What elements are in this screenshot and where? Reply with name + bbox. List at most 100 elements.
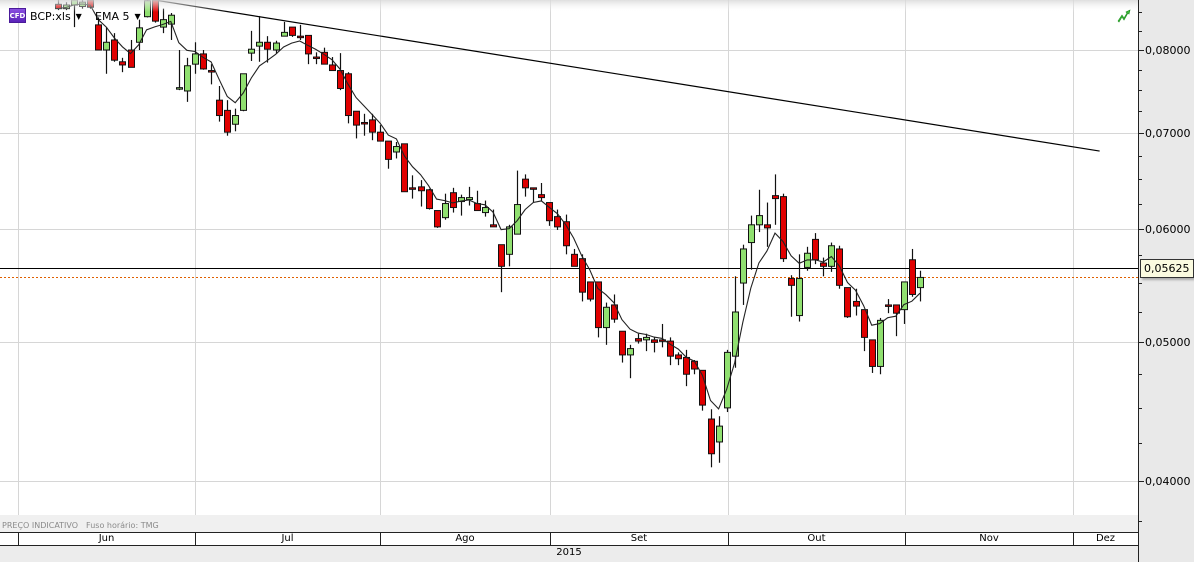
bear-candle-body	[361, 121, 368, 125]
bear-candle-body	[490, 224, 497, 228]
bear-candle-body	[812, 238, 819, 261]
bull-candle-body	[917, 276, 924, 289]
trendline[interactable]	[154, 0, 1100, 152]
bear-candle-body	[853, 300, 860, 307]
bear-candle-body	[772, 195, 779, 200]
month-label-ago: Ago	[455, 533, 475, 544]
candle	[128, 39, 135, 68]
candle	[224, 100, 231, 136]
candle	[103, 27, 110, 74]
price-axis-label: 0,08000	[1145, 43, 1191, 57]
candle	[796, 254, 803, 322]
candle	[248, 30, 255, 61]
candle	[466, 186, 473, 206]
bear-candle-body	[450, 192, 457, 209]
candle	[885, 299, 892, 314]
bear-candle-body	[764, 224, 771, 229]
bear-candle-body	[329, 64, 336, 72]
symbol-label: BCP:xls	[30, 10, 71, 23]
bear-candle-body	[119, 61, 126, 66]
bear-candle-body	[353, 110, 360, 126]
bull-candle-body	[877, 319, 884, 367]
month-label-jul: Jul	[281, 533, 294, 544]
indicator-selector[interactable]: EMA 5 ▼	[95, 9, 141, 24]
candle	[772, 174, 779, 225]
candle	[780, 193, 787, 262]
chevron-down-icon: ▼	[134, 12, 141, 21]
candle	[297, 24, 304, 40]
candle	[844, 287, 851, 318]
bear-candle-body	[434, 210, 441, 228]
bull-candle-body	[748, 224, 755, 244]
bear-candle-body	[297, 35, 304, 39]
bear-candle-body	[313, 56, 320, 60]
candle	[869, 339, 876, 373]
month-label-set: Set	[630, 533, 648, 544]
bear-candle-body	[224, 109, 231, 133]
candle	[740, 244, 747, 305]
header-shade	[0, 0, 1138, 12]
bear-candle-body	[369, 119, 376, 133]
candle	[474, 190, 481, 212]
bear-candle-body	[111, 39, 118, 61]
bear-candle-body	[264, 41, 271, 50]
candle	[563, 214, 570, 255]
candle	[385, 140, 392, 169]
candle	[361, 113, 368, 136]
candle	[192, 42, 199, 74]
candle	[651, 337, 658, 353]
candle	[426, 188, 433, 210]
bull-candle-body	[273, 42, 280, 51]
bull-candle-body	[796, 278, 803, 317]
bear-candle-body	[579, 258, 586, 293]
bear-candle-body	[780, 196, 787, 260]
cfd-badge-icon: CFD	[9, 8, 26, 23]
candle	[659, 323, 666, 348]
bear-candle-body	[418, 186, 425, 192]
bear-candle-body	[95, 24, 102, 51]
candle	[764, 202, 771, 247]
bear-candle-body	[869, 339, 876, 367]
candle	[877, 317, 884, 375]
candle	[450, 187, 457, 213]
candle	[281, 21, 288, 37]
candle	[603, 302, 610, 345]
symbol-selector[interactable]: BCP:xls ▼	[30, 9, 82, 24]
bear-candle-body	[611, 304, 618, 320]
bear-candle-body	[683, 356, 690, 375]
bear-candle-body	[571, 253, 578, 267]
bear-candle-body	[498, 244, 505, 267]
bear-candle-body	[474, 203, 481, 212]
candle	[675, 352, 682, 366]
bull-candle-body	[627, 348, 634, 356]
candle	[345, 72, 352, 124]
bull-candle-body	[232, 115, 239, 125]
bear-candle-body	[385, 140, 392, 160]
candle	[289, 26, 296, 37]
bull-candle-body	[482, 207, 489, 214]
candle	[216, 86, 223, 122]
year-label: 2015	[556, 547, 582, 558]
candle	[418, 180, 425, 207]
candle	[619, 330, 626, 363]
candle	[748, 215, 755, 270]
candle	[305, 34, 312, 65]
bull-candle-body	[192, 53, 199, 65]
candle	[716, 416, 723, 463]
candlestick-chart[interactable]	[0, 0, 1194, 562]
candle	[409, 175, 416, 199]
bear-candle-body	[788, 278, 795, 286]
candle	[917, 270, 924, 302]
price-axis-label: 0,05000	[1145, 335, 1191, 349]
bear-candle-body	[675, 354, 682, 360]
bear-candle-body	[708, 418, 715, 455]
timezone-note: Fuso horário: TMG	[86, 521, 159, 530]
bear-candle-body	[522, 178, 529, 189]
bear-candle-body	[208, 70, 215, 73]
bear-candle-body	[530, 187, 537, 190]
candle	[442, 193, 449, 220]
trend-up-status-icon	[1117, 9, 1131, 23]
candle	[756, 189, 763, 233]
candle	[200, 50, 207, 70]
candle	[506, 224, 513, 267]
